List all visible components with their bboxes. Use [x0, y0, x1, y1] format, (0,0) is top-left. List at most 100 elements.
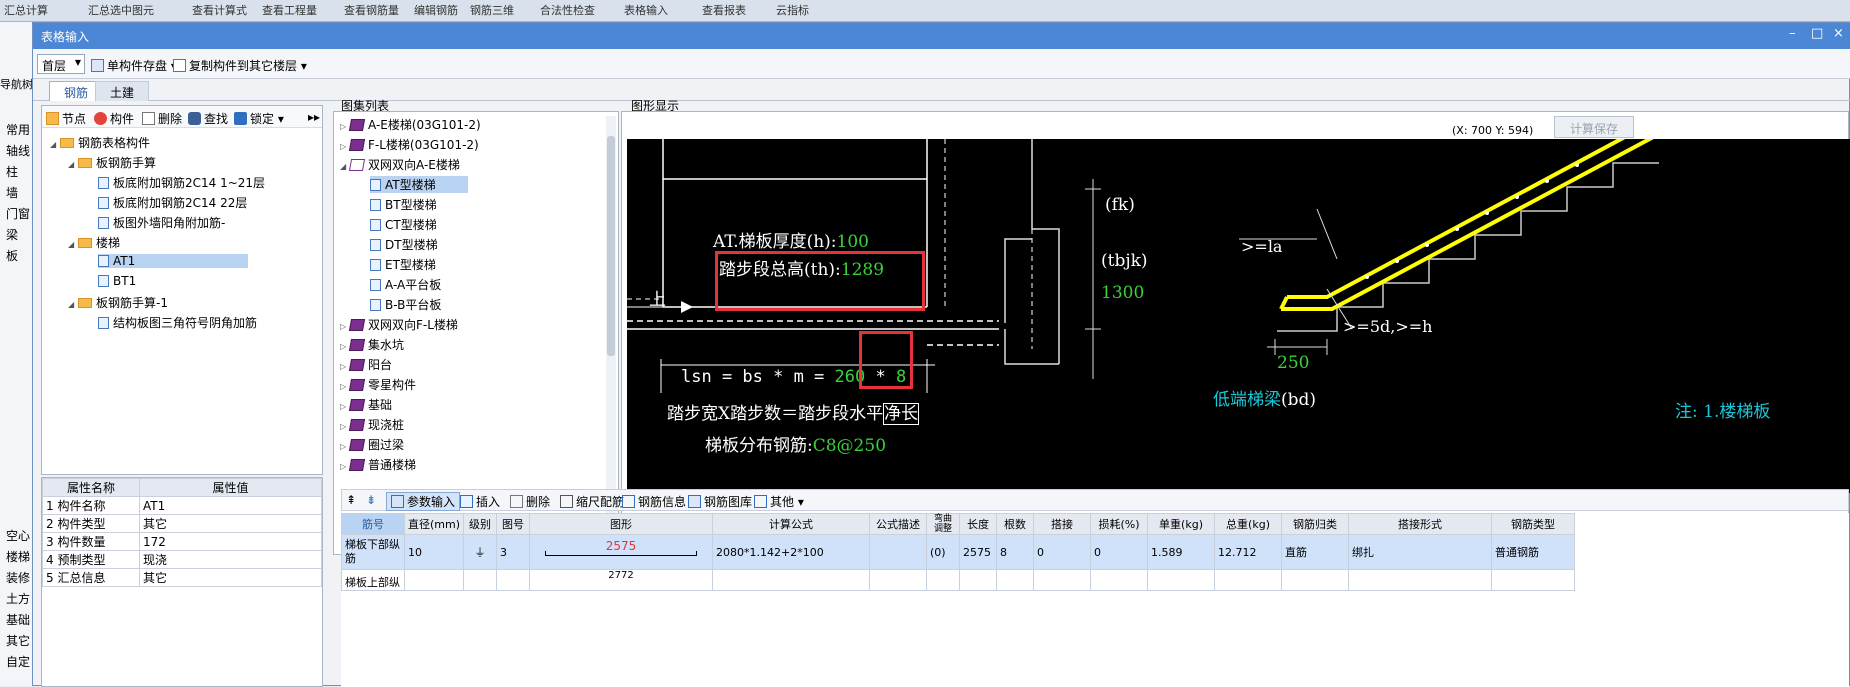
col-header[interactable]: 搭接 — [1033, 513, 1092, 535]
tab-civil[interactable]: 土建 — [95, 81, 150, 101]
expand-panel-icon[interactable]: ▸▸ — [308, 110, 320, 124]
cell-lap-type[interactable]: 绑扎 — [1348, 534, 1493, 570]
atlas-item[interactable]: BT型楼梯 — [370, 196, 437, 213]
tree-node[interactable]: ◢ 钢筋表格构件 — [50, 134, 150, 151]
find-button[interactable]: 查找 — [188, 110, 228, 127]
cell-unit-weight[interactable] — [1147, 569, 1216, 591]
props-row[interactable]: 3 构件数量 172 — [42, 532, 322, 551]
lock-button[interactable]: 锁定 ▾ — [234, 110, 284, 127]
col-header[interactable]: 单重(kg) — [1147, 513, 1216, 535]
cell-count[interactable] — [996, 569, 1035, 591]
cell-lap-type[interactable] — [1348, 569, 1493, 591]
cell-formula-desc[interactable] — [869, 569, 928, 591]
atlas-item[interactable]: ▷ 零星构件 — [340, 376, 416, 393]
bg-menu-item[interactable]: 表格输入 — [624, 2, 668, 18]
table-row[interactable]: 梯板上部纵 2772 — [341, 569, 1576, 591]
col-header[interactable]: 图号 — [496, 513, 531, 535]
cell-rebar-type[interactable] — [1491, 569, 1576, 591]
col-header[interactable]: 损耗(%) — [1090, 513, 1149, 535]
tree-leaf-selected[interactable]: AT1 — [98, 254, 248, 268]
move-up-icon[interactable]: ⇞ — [346, 493, 356, 507]
cell-category[interactable] — [1281, 569, 1350, 591]
bg-nav-item[interactable]: 梁 — [6, 226, 18, 243]
props-value[interactable]: 其它 — [139, 514, 322, 533]
col-header[interactable]: 钢筋类型 — [1491, 513, 1576, 535]
tree-leaf[interactable]: 结构板图三角符号阴角加筋 — [98, 314, 257, 331]
atlas-item[interactable]: ▷ F-L楼梯(03G101-2) — [340, 136, 479, 153]
cell-diameter[interactable]: 10 — [403, 534, 465, 570]
col-header[interactable]: 总重(kg) — [1214, 513, 1283, 535]
atlas-item[interactable]: CT型楼梯 — [370, 216, 437, 233]
col-header[interactable]: 搭接形式 — [1348, 513, 1493, 535]
bg-menu-item[interactable]: 汇总选中图元 — [88, 2, 154, 18]
cell-loss[interactable] — [1090, 569, 1149, 591]
cell-rebar-name[interactable]: 梯板下部纵筋 — [341, 534, 405, 570]
floor-select[interactable]: 首层 ▼ — [37, 54, 85, 74]
rebar-info-button[interactable]: 钢筋信息 — [622, 493, 686, 510]
col-header[interactable]: 弯曲调整 — [926, 513, 961, 535]
tree-leaf[interactable]: BT1 — [98, 274, 136, 288]
cell-formula[interactable]: 2080*1.142+2*100 — [712, 534, 871, 570]
cell-unit-weight[interactable]: 1.589 — [1147, 534, 1216, 570]
bg-nav-item[interactable]: 自定 — [6, 653, 30, 670]
bg-menu-item[interactable]: 查看报表 — [702, 2, 746, 18]
cell-length[interactable]: 2575 — [959, 534, 998, 570]
atlas-item[interactable]: ET型楼梯 — [370, 256, 436, 273]
props-value[interactable]: AT1 — [139, 496, 322, 515]
cell-grade[interactable] — [463, 569, 498, 591]
props-value[interactable]: 172 — [139, 532, 322, 551]
close-button[interactable]: × — [1833, 26, 1844, 41]
bg-menu-item[interactable]: 云指标 — [776, 2, 809, 18]
bg-nav-item[interactable]: 基础 — [6, 611, 30, 628]
add-component-button[interactable]: 构件 — [94, 110, 134, 127]
bg-nav-item[interactable]: 柱 — [6, 163, 18, 180]
move-down-icon[interactable]: ⇟ — [366, 493, 376, 507]
table-row[interactable]: 梯板下部纵筋 10 ⏚ 3 2575 2080*1.142+2*100 (0) … — [341, 534, 1576, 570]
bg-menu-item[interactable]: 查看钢筋量 — [344, 2, 399, 18]
atlas-item[interactable]: ▷ 阳台 — [340, 356, 392, 373]
calculate-save-button[interactable]: 计算保存 — [1554, 116, 1634, 138]
cell-total-weight[interactable] — [1214, 569, 1283, 591]
bg-nav-item[interactable]: 土方 — [6, 590, 30, 607]
col-header[interactable]: 直径(mm) — [403, 513, 465, 535]
cell-figure-no[interactable]: 3 — [496, 534, 531, 570]
tree-leaf[interactable]: 板图外墙阳角附加筋- — [98, 214, 225, 231]
atlas-item[interactable]: A-A平台板 — [370, 276, 441, 293]
atlas-item[interactable]: ▷ 集水坑 — [340, 336, 404, 353]
bg-nav-item[interactable]: 轴线 — [6, 142, 30, 159]
save-component-button[interactable]: 单构件存盘 ▾ — [91, 57, 177, 74]
col-header[interactable]: 计算公式 — [712, 513, 871, 535]
cell-shape[interactable]: 2772 — [529, 569, 714, 591]
atlas-item[interactable]: ▷ 现浇桩 — [340, 416, 404, 433]
tree-node[interactable]: ◢ 板钢筋手算 — [68, 154, 156, 171]
props-row[interactable]: 5 汇总信息 其它 — [42, 568, 322, 587]
minimize-button[interactable]: – — [1789, 26, 1796, 41]
col-header[interactable]: 钢筋归类 — [1281, 513, 1350, 535]
tree-leaf[interactable]: 板底附加钢筋2C14 22层 — [98, 194, 247, 211]
cell-count[interactable]: 8 — [996, 534, 1035, 570]
other-menu-button[interactable]: 其他 ▾ — [754, 493, 804, 510]
props-value[interactable]: 现浇 — [139, 550, 322, 569]
atlas-item-selected[interactable]: AT型楼梯 — [370, 176, 468, 193]
tree-node[interactable]: ◢ 板钢筋手算-1 — [68, 294, 168, 311]
props-row[interactable]: 1 构件名称 AT1 — [42, 496, 322, 515]
col-header[interactable]: 公式描述 — [869, 513, 928, 535]
atlas-item[interactable]: ▷ A-E楼梯(03G101-2) — [340, 116, 481, 133]
cell-total-weight[interactable]: 12.712 — [1214, 534, 1283, 570]
cell-shape[interactable]: 2575 — [529, 534, 714, 570]
delete-row-button[interactable]: 删除 — [510, 493, 550, 510]
drawing-canvas[interactable]: AT.梯板厚度(h):100 踏步段总高(th):1289 上 lsn = bs… — [627, 139, 1850, 493]
cell-formula-desc[interactable] — [869, 534, 928, 570]
bg-menu-item[interactable]: 查看工程量 — [262, 2, 317, 18]
bg-menu-item[interactable]: 汇总计算 — [4, 2, 48, 18]
cell-bend-adjust[interactable]: (0) — [926, 534, 961, 570]
cell-figure-no[interactable] — [496, 569, 531, 591]
col-header[interactable]: 级别 — [463, 513, 498, 535]
cell-length[interactable] — [959, 569, 998, 591]
bg-nav-item[interactable]: 墙 — [6, 184, 18, 201]
tree-leaf[interactable]: 板底附加钢筋2C14 1~21层 — [98, 174, 265, 191]
props-row[interactable]: 2 构件类型 其它 — [42, 514, 322, 533]
maximize-button[interactable]: □ — [1811, 26, 1823, 41]
cell-bend-adjust[interactable] — [926, 569, 961, 591]
col-header[interactable]: 筋号 — [341, 513, 405, 535]
